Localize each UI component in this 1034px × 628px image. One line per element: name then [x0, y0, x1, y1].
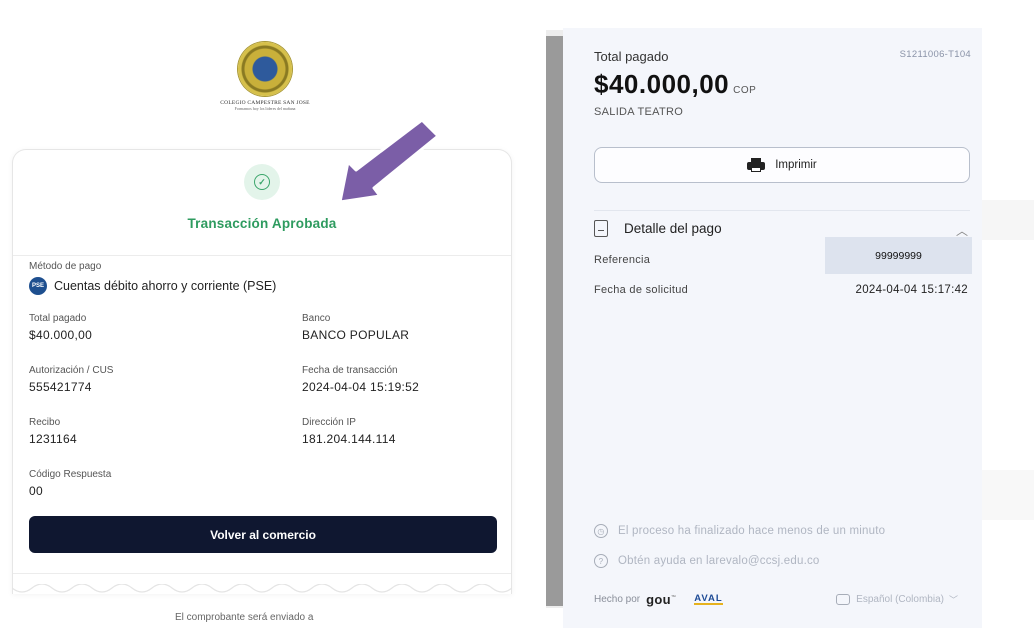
response-code-value: 00	[29, 484, 43, 498]
total-paid-value: $40.000,00	[29, 328, 93, 342]
summary-divider	[594, 210, 970, 211]
school-seal-icon	[238, 42, 292, 96]
transaction-date-value: 2024-04-04 15:19:52	[302, 380, 420, 394]
gou-logo: gou™	[646, 592, 677, 607]
payment-summary-panel: Total pagado S1211006-T104 $40.000,00 COP…	[563, 28, 982, 628]
card-divider	[13, 573, 511, 574]
receipt-email-note: El comprobante será enviado a	[175, 612, 314, 623]
reference-label: Referencia	[594, 254, 651, 266]
ip-address-field: Dirección IP 181.204.144.114	[302, 417, 396, 446]
help-contact-note: ? Obtén ayuda en larevalo@ccsj.edu.co	[594, 554, 820, 568]
aval-logo: AVAL	[694, 593, 723, 605]
school-logo: COLEGIO CAMPESTRE SAN JOSE Formamos hoy …	[205, 42, 325, 111]
document-icon	[594, 220, 608, 237]
school-tagline: Formamos hoy los lideres del mañana	[234, 106, 296, 111]
background-block	[982, 470, 1034, 520]
back-to-merchant-button[interactable]: Volver al comercio	[29, 516, 497, 553]
receipt-torn-edge	[12, 584, 512, 593]
transaction-status: Transacción Aprobada	[187, 216, 337, 231]
ip-address-label: Dirección IP	[302, 417, 356, 428]
chevron-down-icon: ﹀	[948, 595, 958, 605]
receipt-number-field: Recibo 1231164	[29, 417, 77, 446]
background-block	[982, 200, 1034, 240]
receipt-number-value: 1231164	[29, 432, 77, 446]
request-date-label: Fecha de solicitud	[594, 284, 689, 296]
payment-method-label: Método de pago	[29, 261, 102, 272]
made-by-label: Hecho por	[594, 594, 641, 605]
clock-icon: ◷	[594, 524, 608, 538]
request-date-value: 2024-04-04 15:17:42	[855, 284, 968, 296]
print-button-label: Imprimir	[775, 159, 817, 171]
powered-by: Hecho por gou™ AVAL	[594, 592, 723, 607]
authorization-value: 555421774	[29, 380, 92, 394]
help-icon: ?	[594, 554, 608, 568]
bank-label: Banco	[302, 313, 331, 324]
receipt-card: ✓ Transacción Aprobada Método de pago PS…	[12, 149, 512, 594]
order-code: S1211006-T104	[899, 49, 971, 60]
total-paid-field: Total pagado $40.000,00	[29, 313, 92, 342]
background-page	[982, 28, 1034, 628]
transaction-date-label: Fecha de transacción	[302, 365, 398, 376]
response-code-label: Código Respuesta	[29, 469, 112, 480]
payment-method: Método de pago PSE Cuentas débito ahorro…	[29, 261, 276, 295]
annotation-arrow-icon	[338, 118, 440, 204]
bank-value: BANCO POPULAR	[302, 328, 410, 342]
authorization-label: Autorización / CUS	[29, 365, 114, 376]
success-check-icon: ✓	[244, 164, 280, 200]
payment-description: SALIDA TEATRO	[594, 106, 684, 118]
payment-detail-toggle[interactable]: Detalle del pago	[594, 220, 722, 237]
payment-detail-title: Detalle del pago	[624, 221, 722, 236]
bank-field: Banco BANCO POPULAR	[302, 313, 409, 342]
help-note-text: Obtén ayuda en larevalo@ccsj.edu.co	[618, 555, 820, 567]
authorization-field: Autorización / CUS 555421774	[29, 365, 113, 394]
pse-icon: PSE	[29, 277, 47, 295]
language-label: Español (Colombia)	[856, 594, 944, 605]
print-button[interactable]: Imprimir	[594, 147, 970, 183]
chat-bubble-icon	[836, 594, 851, 605]
process-finished-note: ◷ El proceso ha finalizado hace menos de…	[594, 524, 885, 538]
response-code-field: Código Respuesta 00	[29, 469, 111, 498]
process-note-text: El proceso ha finalizado hace menos de u…	[618, 525, 886, 537]
receipt-number-label: Recibo	[29, 417, 61, 428]
payment-confirmation-page: COLEGIO CAMPESTRE SAN JOSE Formamos hoy …	[0, 0, 1034, 628]
reference-value: 99999999	[825, 237, 972, 274]
amount-value: $40.000,00	[594, 69, 730, 99]
transaction-date-field: Fecha de transacción 2024-04-04 15:19:52	[302, 365, 419, 394]
payment-method-value: Cuentas débito ahorro y corriente (PSE)	[54, 279, 277, 293]
scrollbar-thumb[interactable]	[546, 36, 563, 606]
language-selector[interactable]: Español (Colombia) ﹀	[836, 593, 958, 606]
summary-amount: $40.000,00 COP	[594, 69, 756, 100]
currency-code: COP	[733, 85, 757, 96]
summary-total-label: Total pagado	[594, 49, 669, 64]
total-paid-label: Total pagado	[29, 313, 87, 324]
ip-address-value: 181.204.144.114	[302, 432, 396, 446]
printer-icon	[747, 158, 766, 172]
